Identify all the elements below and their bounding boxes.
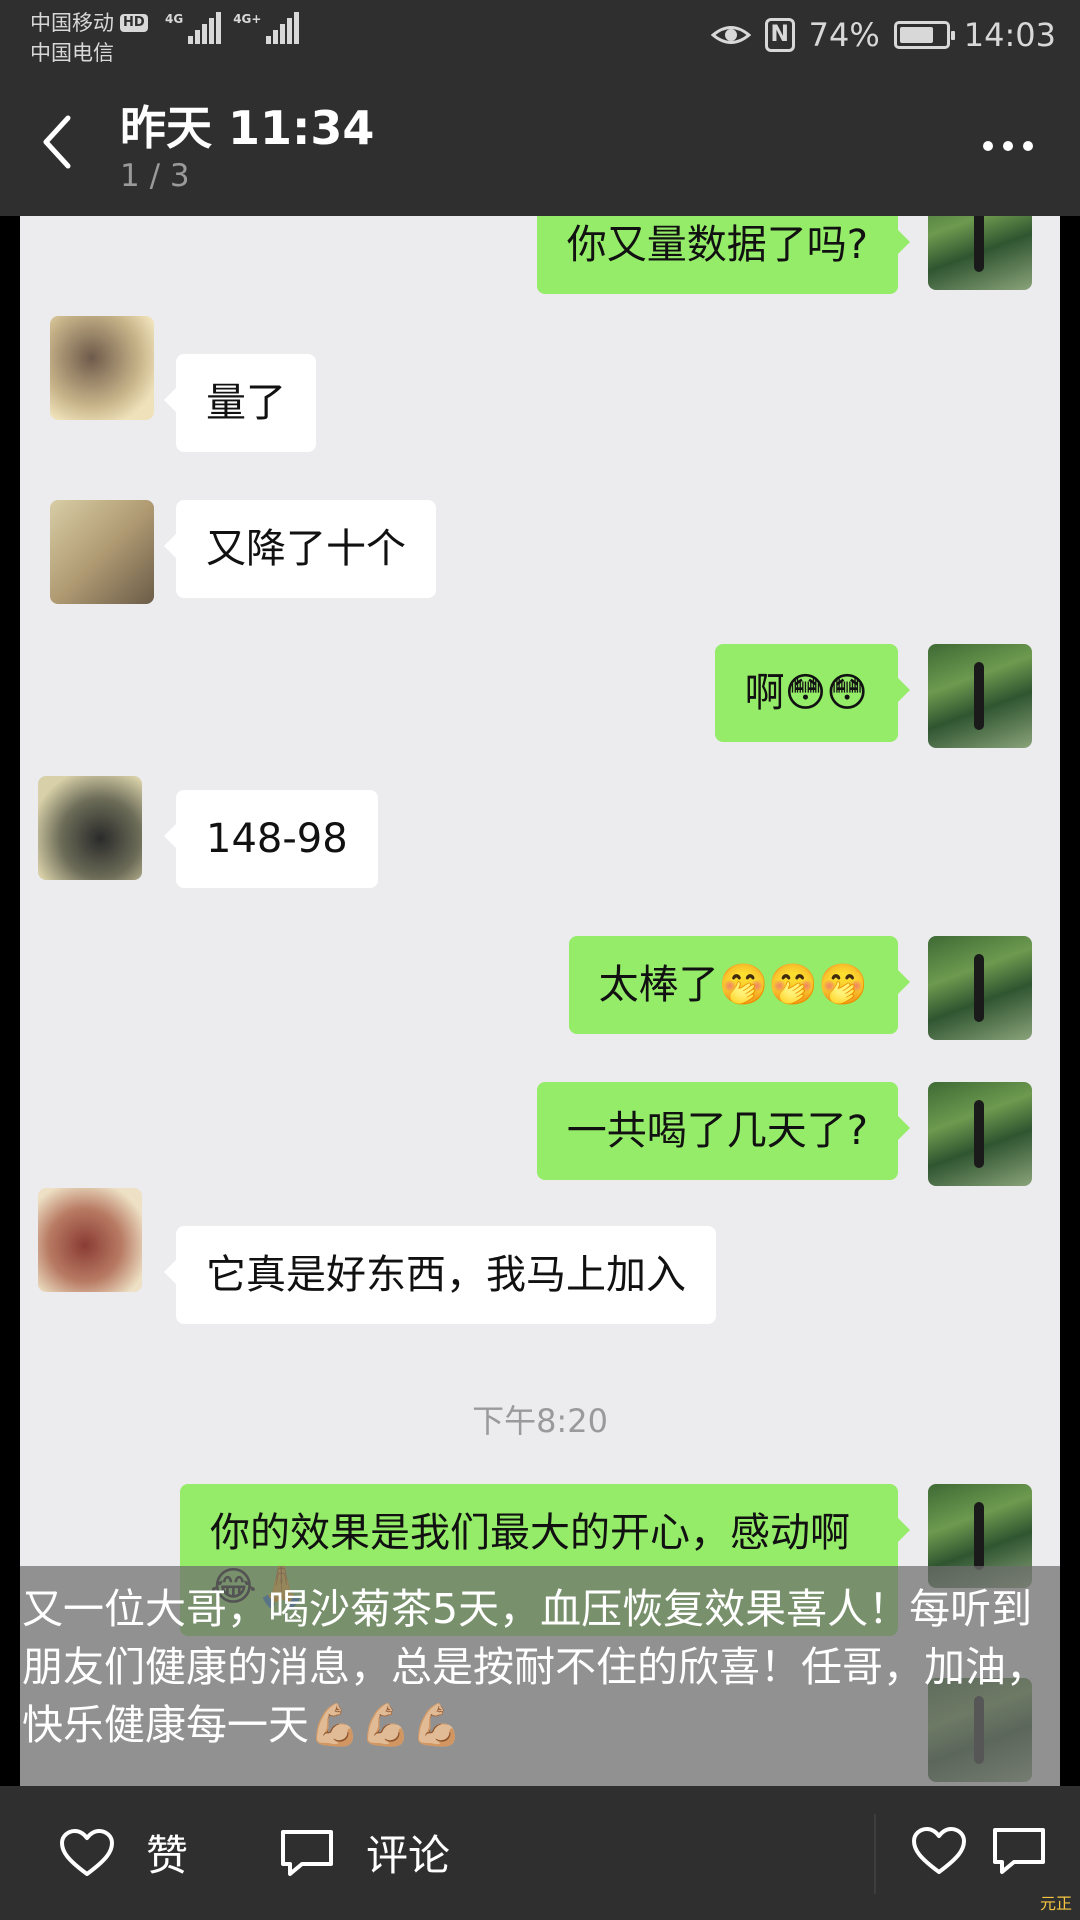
eye-comfort-icon [710,26,751,44]
hd-badge: HD [120,14,148,32]
nfc-icon: N [764,18,795,52]
battery-percent: 74% [808,16,880,54]
chat-bubble-received: 量了 [164,354,316,452]
like-button[interactable]: 赞 [58,1822,188,1883]
carrier-name-1: 中国移动 [30,11,114,35]
carrier-name-2: 中国电信 [30,41,114,65]
avatar-sender [928,1082,1032,1186]
chat-bubble-received: 又降了十个 [164,500,436,598]
avatar-contact [38,776,142,880]
signal-indicators: 4G 4G+ [165,12,300,44]
avatar-contact [38,1188,142,1292]
signal-icon-1: 4G [165,12,222,44]
comment-button[interactable]: 评论 [278,1822,450,1883]
chat-bubble-sent: 啊😳😳 [714,644,911,742]
status-right: N 74% 14:03 [710,16,1056,54]
chat-screenshot: 你又量数据了吗? 量了 又降了十个 啊😳😳 148-98 太棒了🤭🤭🤭 一共喝了… [20,216,1060,1786]
avatar-contact [50,500,154,604]
avatar-contact [50,316,154,420]
page-indicator: 1 / 3 [120,158,190,194]
avatar-sender [928,936,1032,1040]
post-caption: 又一位大哥，喝沙菊茶5天，血压恢复效果喜人！每听到朋友们健康的消息，总是按耐不住… [20,1566,1060,1786]
chat-bubble-received: 它真是好东西，我马上加入 [164,1226,716,1324]
battery-fill [899,27,933,43]
comment-icon [281,1829,333,1876]
like-count-button[interactable] [910,1826,968,1876]
battery-icon [893,21,955,49]
chat-bubble-sent: 你又量数据了吗? [536,216,911,294]
chat-bubble-received: 148-98 [164,790,378,888]
heart-icon [60,1828,114,1876]
more-options-button[interactable] [980,126,1036,166]
chat-bubble-sent: 太棒了🤭🤭🤭 [568,936,911,1034]
network-type-2: 4G+ [233,12,262,26]
like-label: 赞 [146,1831,189,1880]
avatar-sender [928,644,1032,748]
chat-bubble-sent: 一共喝了几天了? [536,1082,911,1180]
comment-label: 评论 [366,1831,451,1880]
signal-icon-2: 4G+ [233,12,300,44]
watermark: 元正 [1039,1894,1072,1913]
top-bar: 中国移动 HD 中国电信 4G 4G+ N 74% 14:03 昨天 11:34… [0,0,1080,216]
clock: 14:03 [963,16,1056,54]
comment-list-button[interactable] [990,1826,1048,1876]
chat-timestamp: 下午8:20 [472,1402,608,1440]
divider [874,1814,876,1894]
bottom-action-bar: 赞 评论 元正 [0,1786,1080,1920]
network-type-1: 4G [165,12,184,26]
carrier-info: 中国移动 HD 中国电信 [30,8,148,68]
page-title: 昨天 11:34 [120,101,375,155]
back-button[interactable] [38,112,78,172]
avatar-sender [928,216,1032,290]
